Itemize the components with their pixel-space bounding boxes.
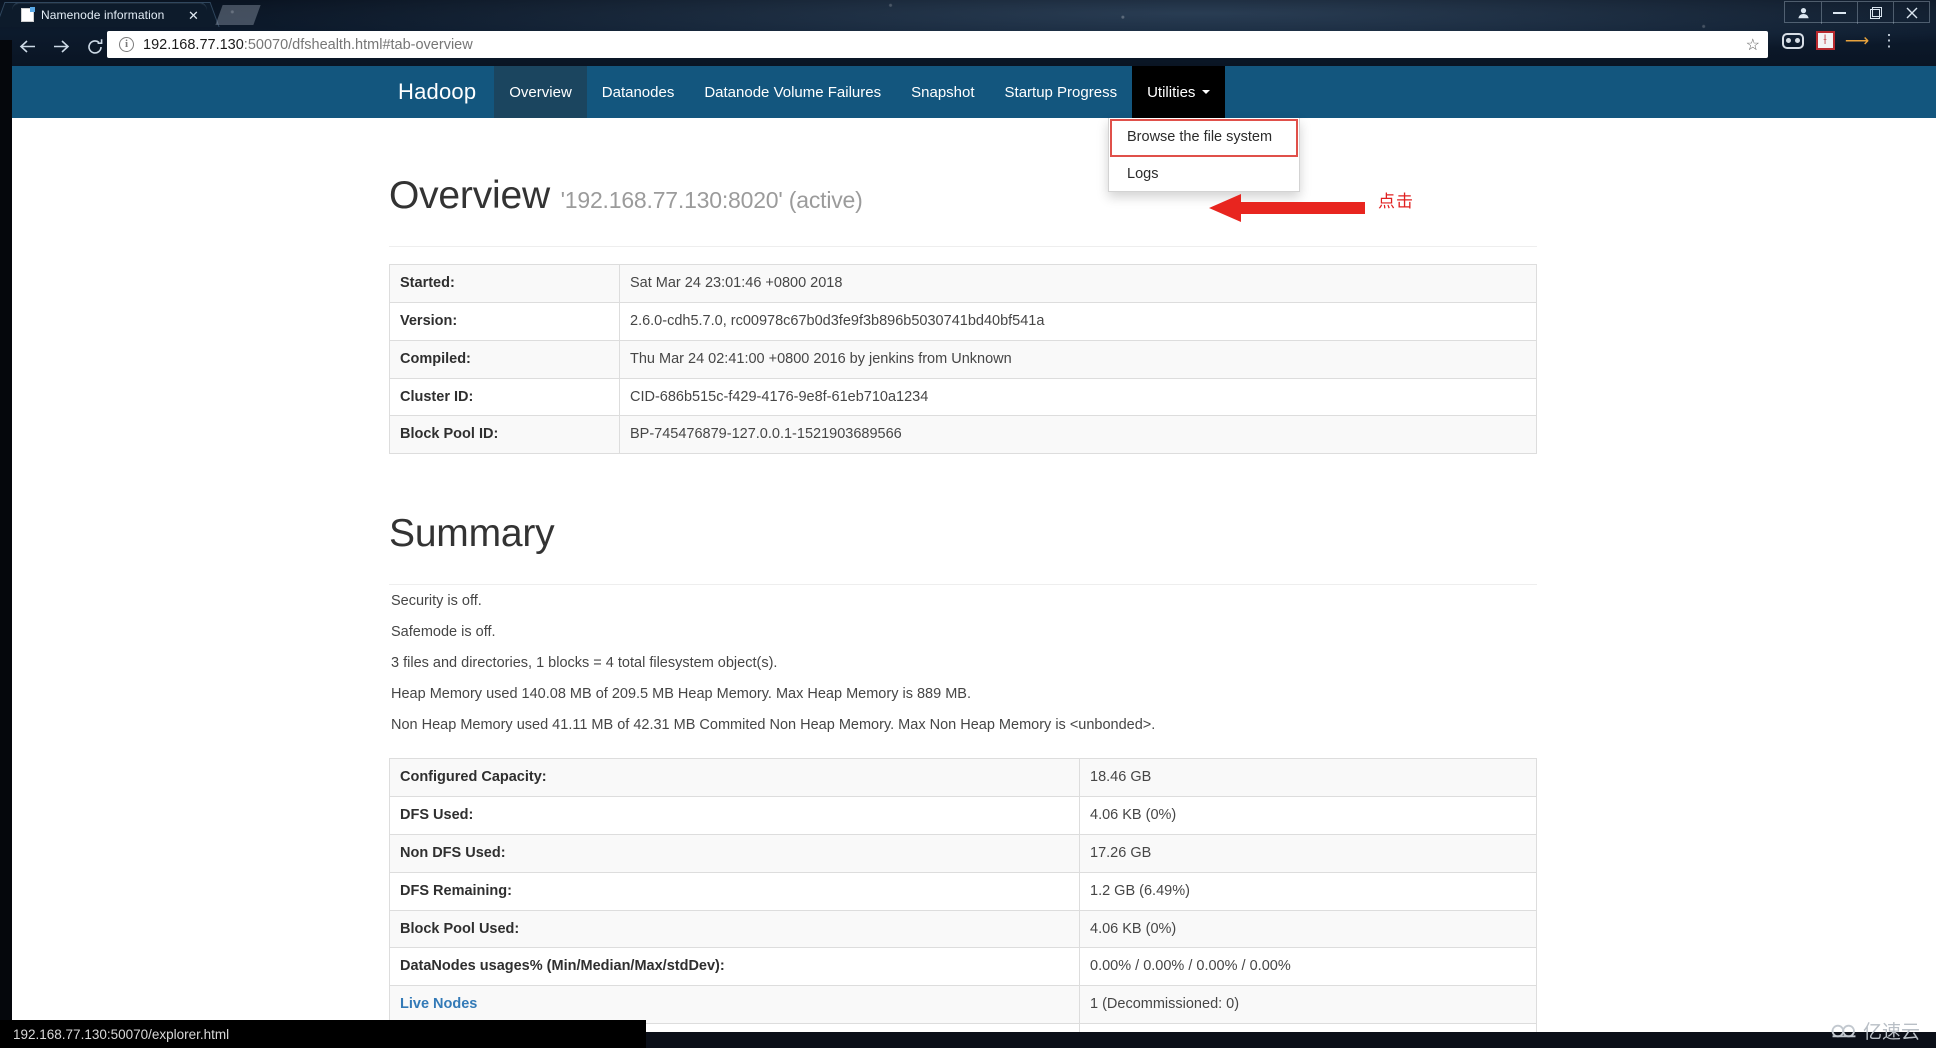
- row-key: Non DFS Used:: [389, 833, 1080, 873]
- nav-item-datanode-volume-failures[interactable]: Datanode Volume Failures: [689, 66, 896, 118]
- minimize-button[interactable]: [1821, 2, 1857, 24]
- row-key: Block Pool Used:: [389, 909, 1080, 949]
- nav-item-datanodes[interactable]: Datanodes: [587, 66, 690, 118]
- utilities-dropdown-menu: Browse the file system Logs: [1108, 118, 1300, 193]
- summary-line: Heap Memory used 140.08 MB of 209.5 MB H…: [391, 686, 971, 703]
- pdf-icon[interactable]: ⟊: [1814, 30, 1836, 51]
- menu-item-browse-the-file-system[interactable]: Browse the file system: [1110, 119, 1298, 157]
- url-host: 192.168.77.130: [143, 36, 244, 53]
- table-row: Block Pool ID: BP-745476879-127.0.0.1-15…: [389, 415, 1537, 455]
- extension-toolbar: ⟊ ⟶ ⋮: [1782, 30, 1900, 51]
- row-key: Block Pool ID:: [389, 415, 620, 455]
- star-icon[interactable]: ☆: [1746, 35, 1760, 55]
- link-live-nodes[interactable]: Live Nodes: [400, 996, 477, 1012]
- browser-chrome: Namenode information ✕ i 192.168.77.130:…: [0, 0, 1936, 66]
- summary-title: Summary: [389, 512, 555, 556]
- row-value: 1.2 GB (6.49%): [1079, 871, 1537, 911]
- new-tab-button[interactable]: [215, 5, 261, 25]
- person-icon[interactable]: [1785, 2, 1821, 24]
- info-circle-icon[interactable]: i: [119, 37, 134, 52]
- table-row: Version: 2.6.0-cdh5.7.0, rc00978c67b0d3f…: [389, 301, 1537, 341]
- hadoop-brand[interactable]: Hadoop: [380, 66, 494, 118]
- row-key: Compiled:: [389, 339, 620, 379]
- table-row: Cluster ID: CID-686b515c-f429-4176-9e8f-…: [389, 377, 1537, 417]
- row-value: 2.6.0-cdh5.7.0, rc00978c67b0d3fe9f3b896b…: [619, 301, 1537, 341]
- row-value: Sat Mar 24 23:01:46 +0800 2018: [619, 264, 1537, 303]
- table-row: DataNodes usages% (Min/Median/Max/stdDev…: [389, 947, 1537, 987]
- row-key: Started:: [389, 264, 620, 303]
- hadoop-navbar: Hadoop Overview Datanodes Datanode Volum…: [0, 66, 1936, 118]
- window-controls: [1784, 1, 1930, 24]
- table-row: DFS Used: 4.06 KB (0%): [389, 796, 1537, 835]
- table-row: Non DFS Used: 17.26 GB: [389, 833, 1537, 873]
- nav-item-utilities-label: Utilities: [1147, 83, 1196, 101]
- download-arrow-icon[interactable]: ⟶: [1845, 30, 1869, 51]
- page-content: Overview '192.168.77.130:8020' (active) …: [389, 118, 1537, 1048]
- cloud-logo-icon: [1831, 1024, 1856, 1037]
- url-text: 192.168.77.130:50070/dfshealth.html#tab-…: [143, 36, 473, 54]
- namenode-info-table: Started: Sat Mar 24 23:01:46 +0800 2018 …: [389, 264, 1537, 455]
- row-key: Version:: [389, 301, 620, 341]
- table-row: Block Pool Used: 4.06 KB (0%): [389, 909, 1537, 949]
- nav-item-overview[interactable]: Overview: [494, 66, 587, 118]
- row-value: Thu Mar 24 02:41:00 +0800 2016 by jenkin…: [619, 339, 1537, 379]
- title-divider: [389, 246, 1537, 247]
- summary-line: 3 files and directories, 1 blocks = 4 to…: [391, 655, 778, 672]
- watermark-text: 亿速云: [1862, 1021, 1920, 1043]
- row-key: DFS Used:: [389, 796, 1080, 835]
- row-value: 4.06 KB (0%): [1079, 909, 1537, 949]
- close-window-button[interactable]: [1893, 2, 1929, 24]
- browser-window: Namenode information ✕ i 192.168.77.130:…: [0, 0, 1936, 1048]
- table-row: Configured Capacity: 18.46 GB: [389, 758, 1537, 798]
- menu-item-logs[interactable]: Logs: [1109, 158, 1299, 192]
- desktop-background-strip: [0, 40, 12, 1048]
- row-key: Configured Capacity:: [389, 758, 1080, 798]
- menu-icon[interactable]: ⋮: [1878, 30, 1900, 51]
- tab-strip: Namenode information ✕: [0, 0, 1936, 27]
- status-bar-link-preview: 192.168.77.130:50070/explorer.html: [0, 1020, 646, 1048]
- annotation-arrow-icon: [1209, 194, 1365, 222]
- tab-title: Namenode information: [41, 8, 165, 22]
- summary-line: Safemode is off.: [391, 624, 496, 641]
- row-key: Cluster ID:: [389, 377, 620, 417]
- table-row: Compiled: Thu Mar 24 02:41:00 +0800 2016…: [389, 339, 1537, 379]
- row-value: CID-686b515c-f429-4176-9e8f-61eb710a1234: [619, 377, 1537, 417]
- cluster-summary-table: Configured Capacity: 18.46 GB DFS Used: …: [389, 758, 1537, 1048]
- overview-subtitle: '192.168.77.130:8020' (active): [560, 187, 863, 213]
- nav-item-snapshot[interactable]: Snapshot: [896, 66, 989, 118]
- summary-line: Non Heap Memory used 41.11 MB of 42.31 M…: [391, 717, 1156, 734]
- browser-tab[interactable]: Namenode information ✕: [12, 2, 207, 27]
- watermark: 亿速云: [1831, 1017, 1920, 1044]
- row-value: 4.06 KB (0%): [1079, 796, 1537, 835]
- nav-item-utilities[interactable]: Utilities: [1132, 66, 1226, 118]
- row-value: BP-745476879-127.0.0.1-1521903689566: [619, 415, 1537, 455]
- table-row: DFS Remaining: 1.2 GB (6.49%): [389, 871, 1537, 911]
- page-icon: [21, 7, 35, 22]
- row-key: DataNodes usages% (Min/Median/Max/stdDev…: [389, 947, 1080, 987]
- table-row: Live Nodes 1 (Decommissioned: 0): [389, 985, 1537, 1025]
- row-value: 17.26 GB: [1079, 833, 1537, 873]
- row-key: Live Nodes: [389, 985, 1080, 1025]
- maximize-button[interactable]: [1857, 2, 1893, 24]
- summary-line: Security is off.: [391, 593, 482, 610]
- glasses-icon[interactable]: [1782, 30, 1804, 51]
- annotation-label: 点击: [1378, 192, 1414, 212]
- table-row: Started: Sat Mar 24 23:01:46 +0800 2018: [389, 264, 1537, 303]
- arrow-right-icon[interactable]: [44, 32, 78, 62]
- nav-item-startup-progress[interactable]: Startup Progress: [990, 66, 1133, 118]
- row-value: 0.00% / 0.00% / 0.00% / 0.00%: [1079, 947, 1537, 987]
- page-viewport: Hadoop Overview Datanodes Datanode Volum…: [0, 66, 1936, 1048]
- chevron-down-icon: [1202, 90, 1211, 94]
- close-icon[interactable]: ✕: [186, 8, 201, 23]
- arrow-left-icon[interactable]: [10, 32, 44, 62]
- row-value: 1 (Decommissioned: 0): [1079, 985, 1537, 1025]
- row-key: DFS Remaining:: [389, 871, 1080, 911]
- overview-title-text: Overview: [389, 174, 550, 217]
- url-path: :50070/dfshealth.html#tab-overview: [243, 36, 473, 53]
- address-bar[interactable]: i 192.168.77.130:50070/dfshealth.html#ta…: [107, 31, 1768, 58]
- row-value: 18.46 GB: [1079, 758, 1537, 798]
